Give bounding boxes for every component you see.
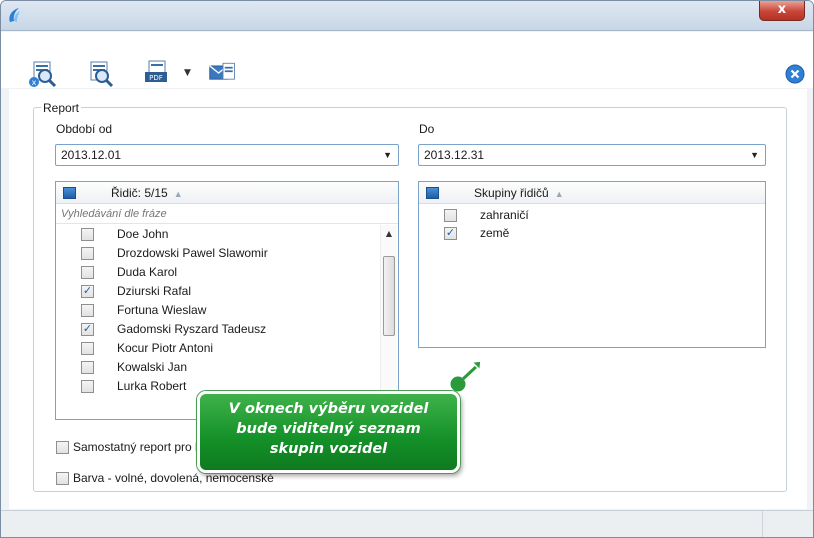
driver-checkbox[interactable]: [81, 380, 94, 393]
callout-line-3: skupin vozidel: [269, 441, 388, 457]
toolbar: x PDF ▼: [1, 32, 813, 88]
driver-name: Kocur Piotr Antoni: [117, 341, 214, 355]
report-window: x x PDF ▼ Report Období od 2013.12.01 ▼ …: [0, 0, 814, 538]
drivers-list-header[interactable]: Řidič: 5/15 ▲: [56, 182, 398, 204]
drivers-listbox[interactable]: Řidič: 5/15 ▲ Doe John Drozdowski Pawel Sl…: [55, 181, 399, 420]
chevron-down-icon[interactable]: ▼: [750, 145, 759, 165]
drivers-scrollbar[interactable]: ▲: [380, 225, 397, 418]
email-send-icon[interactable]: [208, 58, 238, 88]
group-checkbox[interactable]: ✓: [444, 227, 457, 240]
driver-checkbox[interactable]: [81, 304, 94, 317]
driver-checkbox[interactable]: [81, 247, 94, 260]
scroll-up-icon[interactable]: ▲: [381, 229, 397, 241]
drivers-search-input[interactable]: [56, 204, 398, 224]
pdf-options-dropdown[interactable]: ▼: [184, 68, 196, 78]
close-panel-icon[interactable]: [785, 64, 805, 84]
driver-checkbox[interactable]: [81, 342, 94, 355]
report-delete-preview-icon[interactable]: x: [27, 58, 57, 88]
groups-listbox[interactable]: Skupiny řidičů ▲ zahraničí ✓ země: [418, 181, 766, 348]
driver-name: Drozdowski Pawel Slawomir: [117, 246, 268, 260]
callout-line-2: bude viditelný seznam: [236, 421, 421, 437]
groups-list-header[interactable]: Skupiny řidičů ▲: [419, 182, 765, 204]
report-preview-icon[interactable]: [85, 58, 115, 88]
sort-ascending-icon[interactable]: ▲: [555, 189, 564, 199]
driver-checkbox[interactable]: [81, 266, 94, 279]
driver-checkbox[interactable]: [81, 228, 94, 241]
driver-name: Dziurski Rafal: [117, 284, 192, 298]
svg-text:x: x: [32, 78, 37, 87]
driver-name: Gadomski Ryszard Tadeusz: [117, 322, 267, 336]
app-logo-icon: [9, 8, 20, 22]
driver-checkbox[interactable]: [81, 361, 94, 374]
scroll-thumb[interactable]: [383, 256, 395, 336]
callout-line-1: V oknech výběru vozidel: [228, 401, 429, 417]
status-bar: [1, 510, 813, 537]
driver-name: Duda Karol: [117, 265, 178, 279]
driver-checkbox[interactable]: ✓: [81, 323, 94, 336]
window-close-button[interactable]: x: [759, 1, 805, 21]
color-label: Barva - volné, dovolená, nemocenské: [73, 471, 274, 485]
period-from-select[interactable]: 2013.12.01 ▼: [55, 144, 399, 166]
period-to-select[interactable]: 2013.12.31 ▼: [418, 144, 766, 166]
info-callout: V oknech výběru vozidel bude viditelný s…: [197, 391, 460, 473]
period-to-value: 2013.12.31: [424, 148, 485, 162]
driver-checkbox[interactable]: ✓: [81, 285, 94, 298]
svg-text:PDF: PDF: [149, 74, 163, 82]
period-from-label: Období od: [56, 122, 113, 136]
group-name: zahraničí: [480, 208, 529, 222]
color-checkbox[interactable]: [56, 472, 69, 485]
status-separator: [762, 511, 763, 537]
driver-name: Lurka Robert: [117, 379, 187, 393]
group-checkbox[interactable]: [444, 209, 457, 222]
sort-ascending-icon[interactable]: ▲: [174, 189, 183, 199]
pdf-export-icon[interactable]: PDF: [143, 58, 173, 88]
driver-name: Fortuna Wieslaw: [117, 303, 207, 317]
drivers-header-label: Řidič: 5/15: [111, 186, 168, 200]
select-all-groups-checkbox[interactable]: [426, 187, 439, 199]
period-to-label: Do: [419, 122, 435, 136]
groups-header-label: Skupiny řidičů: [474, 186, 549, 200]
title-bar[interactable]: x: [1, 1, 813, 31]
driver-name: Kowalski Jan: [117, 360, 188, 374]
separate-report-checkbox[interactable]: [56, 441, 69, 454]
driver-name: Doe John: [117, 227, 169, 241]
report-legend: Report: [41, 101, 82, 115]
select-all-drivers-checkbox[interactable]: [63, 187, 76, 199]
group-name: země: [480, 226, 510, 240]
chevron-down-icon[interactable]: ▼: [383, 145, 392, 165]
period-from-value: 2013.12.01: [61, 148, 122, 162]
